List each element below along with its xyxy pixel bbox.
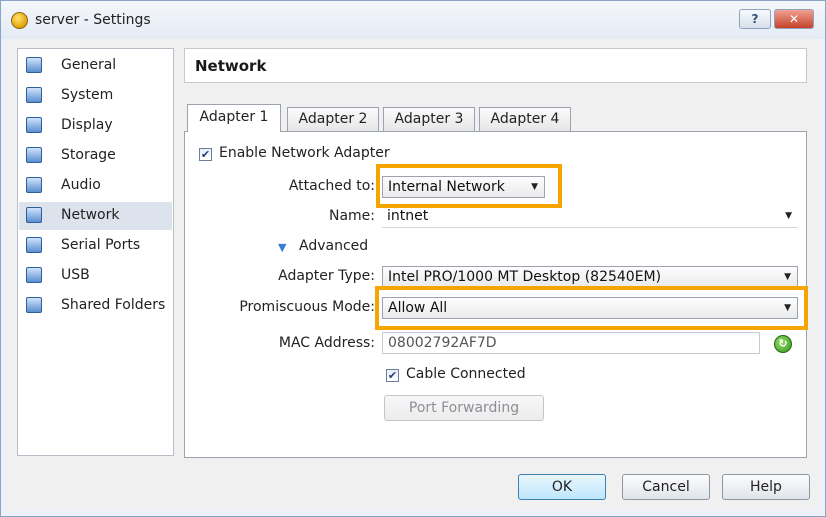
close-button[interactable]: ✕ (774, 9, 814, 29)
mac-address-value: 08002792AF7D (388, 335, 497, 351)
adapter-type-select[interactable]: Intel PRO/1000 MT Desktop (82540EM) ▼ (382, 266, 798, 288)
promiscuous-mode-label: Promiscuous Mode: (239, 299, 375, 315)
title-help-button[interactable]: ? (739, 9, 771, 29)
display-icon (26, 117, 42, 133)
sidebar-item-audio[interactable]: Audio (19, 172, 172, 200)
help-button[interactable]: Help (722, 474, 810, 500)
dialog-client-area: General System Display Storage Audio Net… (7, 39, 819, 510)
attached-to-label: Attached to: (288, 178, 375, 194)
dropdown-arrow-icon: ▼ (785, 211, 792, 221)
sidebar-item-serial-ports[interactable]: Serial Ports (19, 232, 172, 260)
sidebar-item-label: Audio (61, 177, 101, 193)
serial-ports-icon (26, 237, 42, 253)
settings-sidebar: General System Display Storage Audio Net… (17, 48, 174, 456)
port-forwarding-button[interactable]: Port Forwarding (384, 395, 544, 421)
sidebar-item-usb[interactable]: USB (19, 262, 172, 290)
name-select[interactable]: intnet ▼ (382, 206, 798, 228)
dropdown-arrow-icon: ▼ (784, 303, 791, 313)
adapter-type-label: Adapter Type: (278, 268, 375, 284)
dropdown-arrow-icon: ▼ (784, 272, 791, 282)
mac-address-field[interactable]: 08002792AF7D (382, 332, 760, 354)
tab-adapter-2[interactable]: Adapter 2 (287, 107, 379, 131)
attached-to-value: Internal Network (388, 179, 505, 195)
usb-icon (26, 267, 42, 283)
sidebar-item-label: System (61, 87, 114, 103)
sidebar-item-label: Shared Folders (61, 297, 166, 313)
sidebar-item-shared-folders[interactable]: Shared Folders (19, 292, 172, 320)
advanced-toggle-icon[interactable]: ▼ (278, 241, 286, 254)
advanced-label[interactable]: Advanced (299, 238, 368, 254)
audio-icon (26, 177, 42, 193)
cable-connected-label: Cable Connected (406, 366, 526, 382)
sidebar-item-label: Display (61, 117, 113, 133)
network-page: Network Adapter 1 Adapter 2 Adapter 3 Ad… (184, 48, 809, 458)
tab-adapter-1[interactable]: Adapter 1 (187, 104, 281, 132)
cancel-button[interactable]: Cancel (622, 474, 710, 500)
network-icon (26, 207, 42, 223)
attached-to-select[interactable]: Internal Network ▼ (382, 176, 545, 198)
name-label: Name: (328, 208, 375, 224)
window-title: server - Settings (35, 12, 151, 28)
page-title: Network (195, 57, 267, 75)
virtualbox-app-icon (11, 12, 28, 29)
adapter-type-value: Intel PRO/1000 MT Desktop (82540EM) (388, 269, 662, 285)
enable-adapter-label: Enable Network Adapter (219, 145, 390, 161)
enable-adapter-checkbox[interactable]: ✔ (199, 148, 212, 161)
sidebar-item-storage[interactable]: Storage (19, 142, 172, 170)
shared-folders-icon (26, 297, 42, 313)
sidebar-item-label: Serial Ports (61, 237, 141, 253)
tab-adapter-4[interactable]: Adapter 4 (479, 107, 571, 131)
section-header: Network (184, 48, 807, 83)
sidebar-item-label: Network (61, 207, 120, 223)
dropdown-arrow-icon: ▼ (531, 182, 538, 192)
title-bar: server - Settings ? ✕ (1, 1, 825, 39)
sidebar-item-system[interactable]: System (19, 82, 172, 110)
sidebar-item-label: USB (61, 267, 90, 283)
tab-adapter-3[interactable]: Adapter 3 (383, 107, 475, 131)
sidebar-item-label: Storage (61, 147, 116, 163)
sidebar-item-general[interactable]: General (19, 52, 172, 80)
sidebar-item-display[interactable]: Display (19, 112, 172, 140)
promiscuous-mode-value: Allow All (388, 300, 448, 316)
system-icon (26, 87, 42, 103)
generate-mac-icon[interactable]: ↻ (774, 335, 792, 353)
storage-icon (26, 147, 42, 163)
ok-button[interactable]: OK (518, 474, 606, 500)
general-icon (26, 57, 42, 73)
sidebar-item-network[interactable]: Network (19, 202, 172, 230)
mac-address-label: MAC Address: (278, 335, 375, 351)
adapter-panel: ✔ Enable Network Adapter Attached to: In… (184, 131, 808, 458)
name-value: intnet (387, 208, 429, 224)
settings-window: server - Settings ? ✕ General System Dis… (0, 0, 826, 517)
promiscuous-mode-select[interactable]: Allow All ▼ (382, 297, 798, 319)
sidebar-item-label: General (61, 57, 117, 73)
cable-connected-checkbox[interactable]: ✔ (386, 369, 399, 382)
